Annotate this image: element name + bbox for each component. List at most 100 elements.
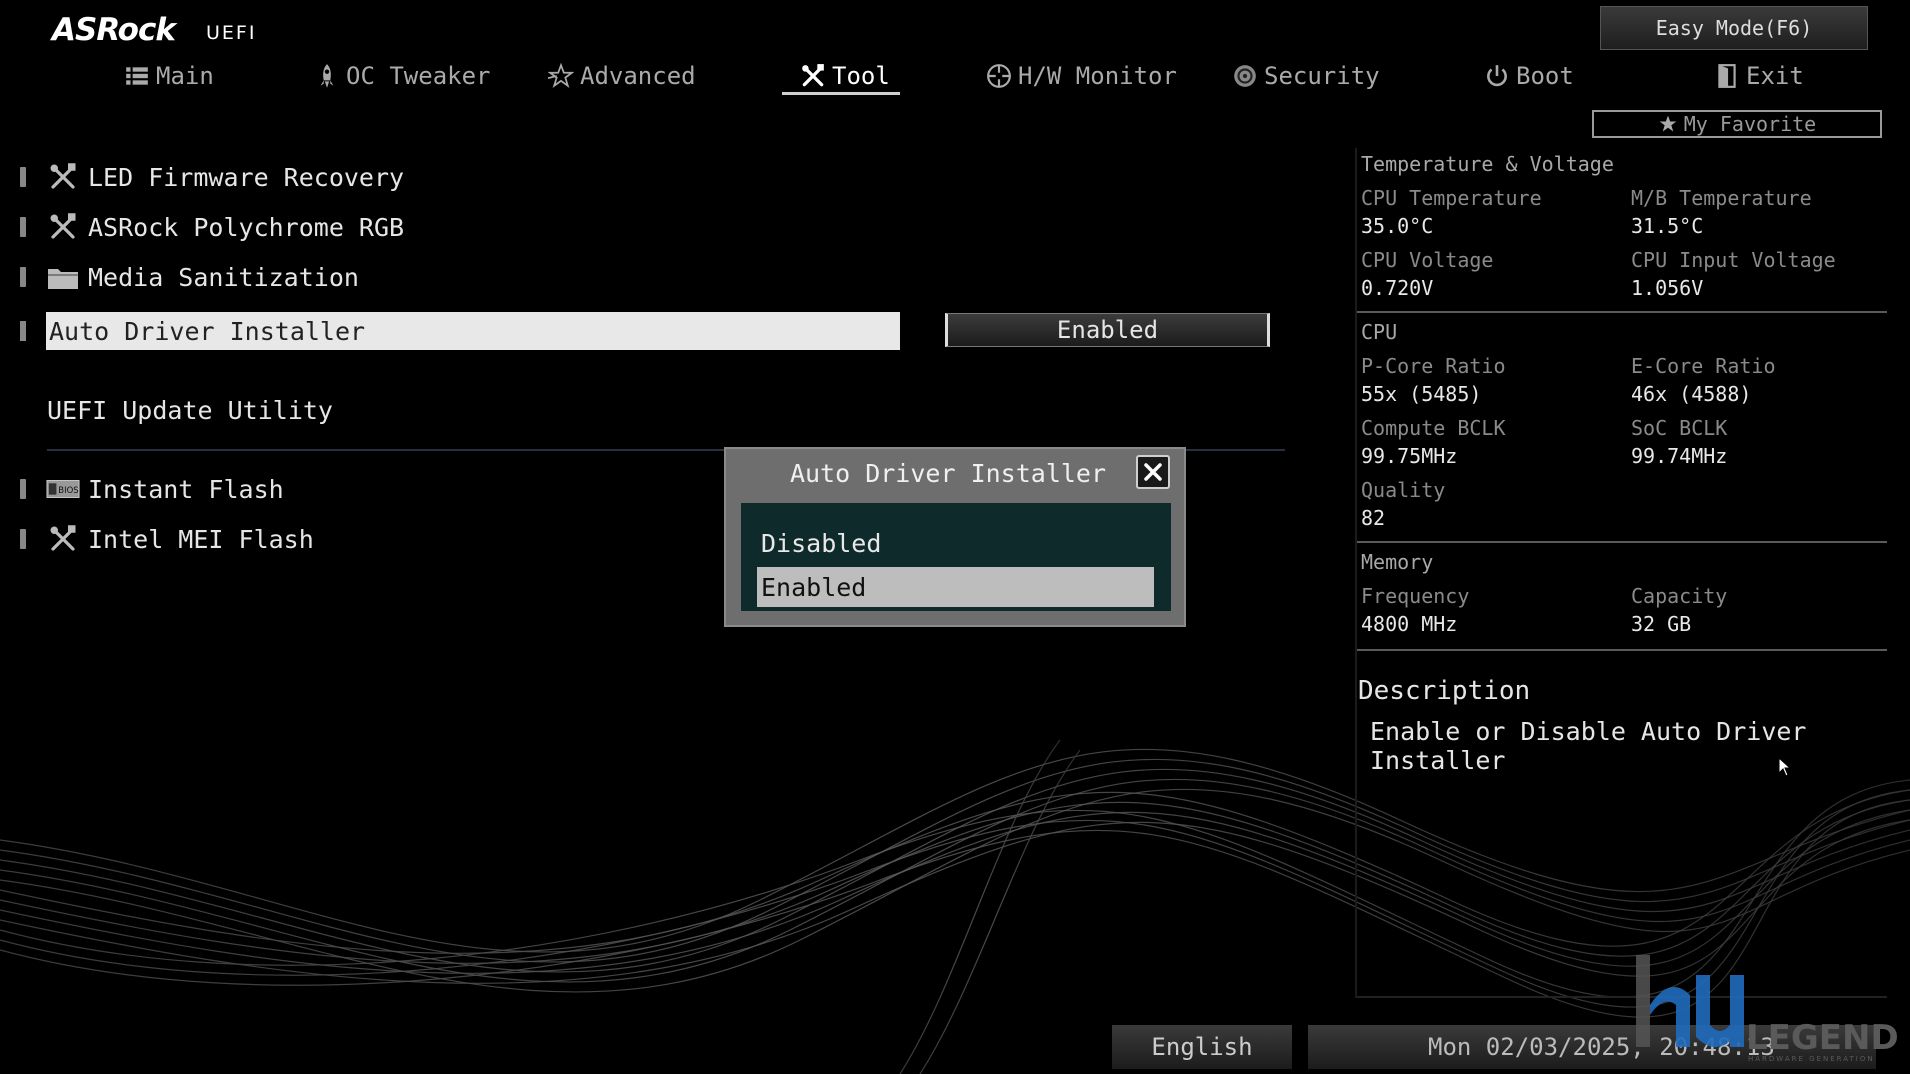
cpu-voltage-label: CPU Voltage (1361, 248, 1494, 272)
ecore-ratio-value: 46x (4588) (1631, 382, 1752, 406)
menu-item-label: Instant Flash (88, 474, 284, 504)
tab-label: H/W Monitor (1018, 62, 1177, 90)
tab-label: Boot (1516, 62, 1574, 90)
rocket-icon (320, 64, 334, 88)
svg-text:BIOS: BIOS (58, 486, 78, 496)
tools-icon (50, 163, 76, 189)
bios-icon: BIOS (46, 480, 80, 498)
hardware-monitor-panel: Temperature & Voltage CPU Temperature 35… (1355, 148, 1899, 998)
dialog-close-button[interactable] (1136, 455, 1170, 489)
tab-hw-monitor[interactable]: H/W Monitor (986, 58, 1177, 94)
item-marker (20, 529, 26, 549)
compute-bclk-label: Compute BCLK (1361, 416, 1506, 440)
tab-tool[interactable]: Tool (800, 58, 890, 94)
soc-bclk-value: 99.74MHz (1631, 444, 1728, 468)
memory-heading: Memory (1361, 550, 1434, 574)
tab-label: Main (156, 62, 214, 90)
menu-item-media-sanitization[interactable]: Media Sanitization (20, 257, 359, 297)
description-text: Enable or Disable Auto Driver Installer (1370, 717, 1807, 775)
easy-mode-button[interactable]: Easy Mode(F6) (1600, 6, 1868, 50)
tab-label: Tool (832, 62, 890, 90)
description-heading: Description (1358, 676, 1531, 706)
tab-oc-tweaker[interactable]: OC Tweaker (314, 58, 491, 94)
active-tab-underline (782, 92, 900, 95)
legend-watermark-logo: LEGEND HARDWARE GENERATION (1636, 955, 1899, 1063)
menu-item-instant-flash[interactable]: BIOS Instant Flash (20, 469, 284, 509)
section-title-uefi-update-utility: UEFI Update Utility (47, 396, 333, 425)
item-marker (20, 321, 26, 341)
shield-icon (1234, 65, 1256, 87)
auto-driver-installer-label: Auto Driver Installer (46, 312, 900, 350)
tab-label: Advanced (580, 62, 696, 90)
menu-item-label: LED Firmware Recovery (88, 162, 405, 192)
crosshair-icon (987, 64, 1011, 88)
tab-advanced[interactable]: Advanced (548, 58, 696, 94)
cpu-temp-label: CPU Temperature (1361, 186, 1542, 210)
panel-divider (1357, 541, 1887, 543)
item-marker (20, 479, 26, 499)
item-marker (20, 217, 26, 237)
tab-exit[interactable]: Exit (1714, 58, 1804, 94)
language-button[interactable]: English (1112, 1025, 1292, 1069)
dialog-options-list: Disabled Enabled (741, 503, 1171, 611)
mouse-cursor-icon (1778, 757, 1792, 777)
temp-voltage-heading: Temperature & Voltage (1361, 152, 1614, 176)
menu-item-auto-driver-installer[interactable]: Auto Driver Installer (20, 311, 900, 351)
star-icon (1659, 115, 1677, 132)
quality-value: 82 (1361, 506, 1386, 530)
tools-icon (50, 213, 76, 239)
cpu-input-voltage-label: CPU Input Voltage (1631, 248, 1836, 272)
option-enabled[interactable]: Enabled (757, 567, 1154, 607)
auto-driver-installer-dialog: Auto Driver Installer Disabled Enabled (724, 447, 1186, 627)
capacity-value: 32 GB (1631, 612, 1692, 636)
power-icon (1487, 65, 1507, 87)
tab-label: Security (1264, 62, 1380, 90)
my-favorite-label: My Favorite (1683, 112, 1817, 136)
tab-boot[interactable]: Boot (1484, 58, 1574, 94)
frequency-value: 4800 MHz (1361, 612, 1458, 636)
star-icon (548, 63, 574, 88)
ecore-ratio-label: E-Core Ratio (1631, 354, 1776, 378)
tools-icon (802, 64, 824, 87)
tools-icon (50, 525, 76, 551)
item-marker (20, 167, 26, 187)
asrock-logo: ASRock (52, 12, 176, 48)
cpu-temp-value: 35.0°C (1361, 214, 1434, 238)
menu-item-led-firmware-recovery[interactable]: LED Firmware Recovery (20, 157, 404, 197)
mb-temp-value: 31.5°C (1631, 214, 1704, 238)
tab-label: OC Tweaker (346, 62, 491, 90)
uefi-label: UEFI (206, 22, 257, 44)
quality-label: Quality (1361, 478, 1446, 502)
item-marker (20, 267, 26, 287)
compute-bclk-value: 99.75MHz (1361, 444, 1458, 468)
close-icon (1144, 463, 1162, 481)
pcore-ratio-label: P-Core Ratio (1361, 354, 1506, 378)
frequency-label: Frequency (1361, 584, 1470, 608)
capacity-label: Capacity (1631, 584, 1728, 608)
watermark-word: LEGEND (1746, 1018, 1899, 1058)
menu-item-intel-mei-flash[interactable]: Intel MEI Flash (20, 519, 314, 559)
menu-item-label: ASRock Polychrome RGB (88, 212, 405, 242)
dialog-title: Auto Driver Installer (789, 459, 1107, 488)
menu-item-label: Media Sanitization (88, 262, 359, 292)
menu-item-label: Intel MEI Flash (88, 524, 314, 554)
watermark-tagline: HARDWARE GENERATION (1748, 1055, 1875, 1063)
auto-driver-installer-value[interactable]: Enabled (945, 313, 1270, 347)
list-icon (126, 67, 148, 85)
my-favorite-button[interactable]: My Favorite (1592, 110, 1882, 138)
panel-divider (1357, 649, 1887, 651)
cpu-input-voltage-value: 1.056V (1631, 276, 1704, 300)
option-disabled[interactable]: Disabled (757, 523, 1154, 563)
tab-label: Exit (1746, 62, 1804, 90)
exit-icon (1718, 64, 1736, 88)
panel-divider (1357, 311, 1887, 313)
pcore-ratio-value: 55x (5485) (1361, 382, 1482, 406)
tab-main[interactable]: Main (124, 58, 214, 94)
tab-security[interactable]: Security (1232, 58, 1380, 94)
menu-item-asrock-polychrome-rgb[interactable]: ASRock Polychrome RGB (20, 207, 404, 247)
cpu-voltage-value: 0.720V (1361, 276, 1434, 300)
mb-temp-label: M/B Temperature (1631, 186, 1812, 210)
cpu-heading: CPU (1361, 320, 1398, 344)
soc-bclk-label: SoC BCLK (1631, 416, 1728, 440)
folder-icon (48, 269, 78, 289)
